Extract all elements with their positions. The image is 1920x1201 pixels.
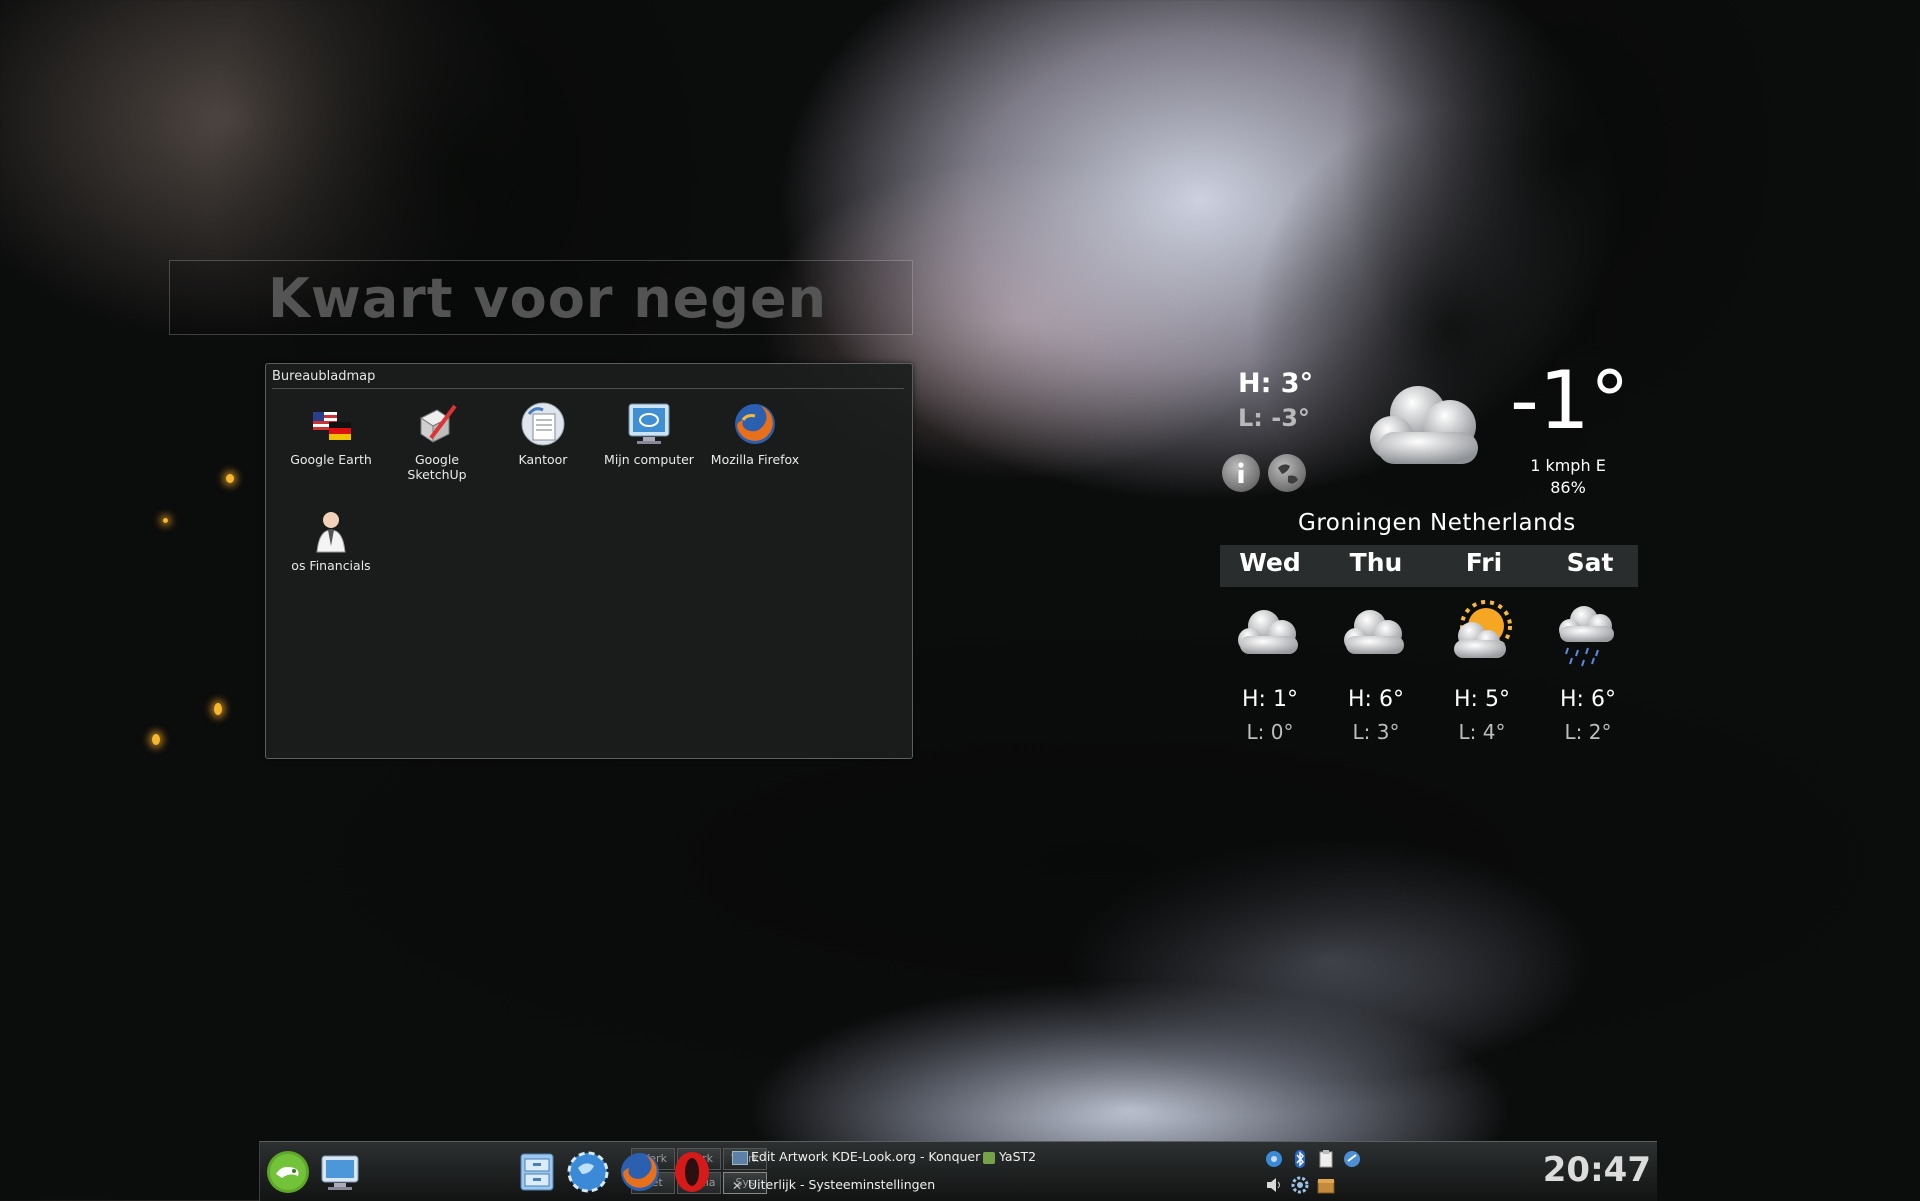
fuzzy-clock-text: Kwart voor negen — [268, 267, 828, 330]
desktop-icon-google-earth[interactable]: Google Earth — [278, 400, 384, 467]
desktop-icon — [321, 1155, 359, 1190]
cloudy-icon — [1326, 600, 1426, 672]
weather-high: H: 3° — [1238, 368, 1314, 399]
konqueror-launcher[interactable] — [566, 1150, 610, 1194]
forecast-day-wed: Wed — [1239, 548, 1301, 577]
settings-tools-icon: ✕ — [732, 1178, 743, 1193]
network-tray-icon[interactable] — [1264, 1149, 1284, 1169]
forecast-low: L: 3° — [1352, 720, 1400, 744]
desktop-icon-os-financials[interactable]: os Financials — [278, 506, 384, 573]
wallpaper-light — [214, 703, 222, 715]
fuzzy-clock-widget[interactable]: Kwart voor negen — [169, 260, 913, 335]
financials-icon — [307, 506, 355, 554]
google-sketchup-icon — [413, 400, 461, 448]
weather-humidity: 86% — [1550, 478, 1586, 497]
computer-icon — [625, 400, 673, 448]
panel-clock[interactable]: 20:47 — [1543, 1150, 1651, 1190]
desktop-icon-mozilla-firefox[interactable]: Mozilla Firefox — [702, 400, 808, 467]
forecast-day-bar: Wed Thu Fri Sat — [1220, 545, 1638, 587]
cloudy-icon — [1220, 600, 1320, 672]
konqueror-window-icon — [732, 1150, 748, 1165]
weather-location: Groningen Netherlands — [1298, 510, 1576, 536]
forecast-day-sat: Sat — [1566, 548, 1614, 577]
forecast-high: H: 6° — [1560, 687, 1616, 712]
office-icon — [519, 400, 567, 448]
task-label: Uiterlijk - Systeeminstellingen — [748, 1177, 936, 1192]
opensuse-gecko-icon — [267, 1151, 309, 1193]
desktop-icon-google-sketchup[interactable]: Google SketchUp — [384, 400, 490, 482]
yast-icon — [983, 1151, 995, 1164]
settings-gear-icon[interactable] — [1290, 1175, 1310, 1195]
firefox-icon — [731, 400, 779, 448]
volume-icon[interactable] — [1264, 1175, 1284, 1195]
weather-low: L: -3° — [1238, 404, 1310, 432]
folder-view-divider — [272, 388, 904, 389]
globe-icon — [1278, 464, 1298, 484]
wallpaper-light — [152, 734, 160, 745]
folder-view-widget[interactable]: Bureaubladmap Google Earth Google Sketch… — [265, 363, 913, 759]
taskbar-task-yast2[interactable]: YaST2 — [983, 1149, 1036, 1164]
globe-button[interactable] — [1268, 454, 1306, 492]
application-launcher-button[interactable] — [266, 1150, 310, 1194]
show-desktop-button[interactable] — [318, 1150, 362, 1194]
weather-wind: 1 kmph E — [1530, 456, 1606, 475]
weather-current-temperature: -1° — [1510, 354, 1630, 447]
forecast-low: L: 4° — [1458, 720, 1506, 744]
desktop-icon-kantoor[interactable]: Kantoor — [490, 400, 596, 467]
forecast-low: L: 2° — [1564, 720, 1612, 744]
folder-view-title: Bureaubladmap — [272, 369, 376, 384]
cloudy-icon — [1358, 374, 1498, 484]
rain-icon — [1538, 600, 1638, 672]
forecast-day-fri: Fri — [1465, 548, 1503, 577]
desktop-icon-label: Mijn computer — [604, 452, 694, 467]
task-label: YaST2 — [999, 1149, 1037, 1164]
desktop-icon-label: Google Earth — [290, 452, 372, 467]
package-icon[interactable] — [1316, 1175, 1336, 1195]
web-browser-globe-icon — [567, 1151, 609, 1193]
google-earth-icon — [307, 400, 355, 448]
taskbar-panel: Werk Werk Werk Net Media Sys Edit Artwor… — [259, 1141, 1657, 1201]
firefox-icon — [621, 1153, 659, 1191]
info-icon — [1238, 462, 1244, 483]
firefox-launcher[interactable] — [618, 1150, 662, 1194]
taskbar-task-system-settings[interactable]: ✕ Uiterlijk - Systeeminstellingen — [732, 1177, 935, 1192]
forecast-high: H: 5° — [1454, 687, 1510, 712]
info-button[interactable] — [1222, 454, 1260, 492]
desktop-icon-label: os Financials — [291, 558, 371, 573]
forecast-high: H: 6° — [1348, 687, 1404, 712]
forecast-high: H: 1° — [1242, 687, 1298, 712]
forecast-low: L: 0° — [1246, 720, 1294, 744]
file-cabinet-icon — [520, 1153, 554, 1191]
opera-launcher[interactable] — [670, 1150, 714, 1194]
task-label: Edit Artwork KDE-Look.org - Konquer — [751, 1149, 981, 1164]
taskbar-task-konqueror[interactable]: Edit Artwork KDE-Look.org - Konquer — [732, 1149, 980, 1165]
desktop-icon-mijn-computer[interactable]: Mijn computer — [596, 400, 702, 467]
desktop-icon-label: Kantoor — [518, 452, 568, 467]
wallpaper-light — [226, 474, 234, 483]
clipboard-icon[interactable] — [1316, 1149, 1336, 1169]
opera-icon — [675, 1152, 709, 1192]
wallpaper-light — [163, 518, 168, 523]
file-manager-launcher[interactable] — [515, 1150, 559, 1194]
partly-sunny-icon — [1432, 600, 1532, 672]
update-notifier-icon[interactable] — [1342, 1149, 1362, 1169]
bluetooth-icon[interactable] — [1290, 1149, 1310, 1169]
forecast-day-thu: Thu — [1349, 548, 1403, 577]
desktop-icon-label: Mozilla Firefox — [710, 452, 800, 467]
desktop-icon-label: Google SketchUp — [407, 452, 467, 482]
weather-widget: H: 3° L: -3° -1° 1 kmph E 86% Groningen … — [1218, 354, 1638, 750]
